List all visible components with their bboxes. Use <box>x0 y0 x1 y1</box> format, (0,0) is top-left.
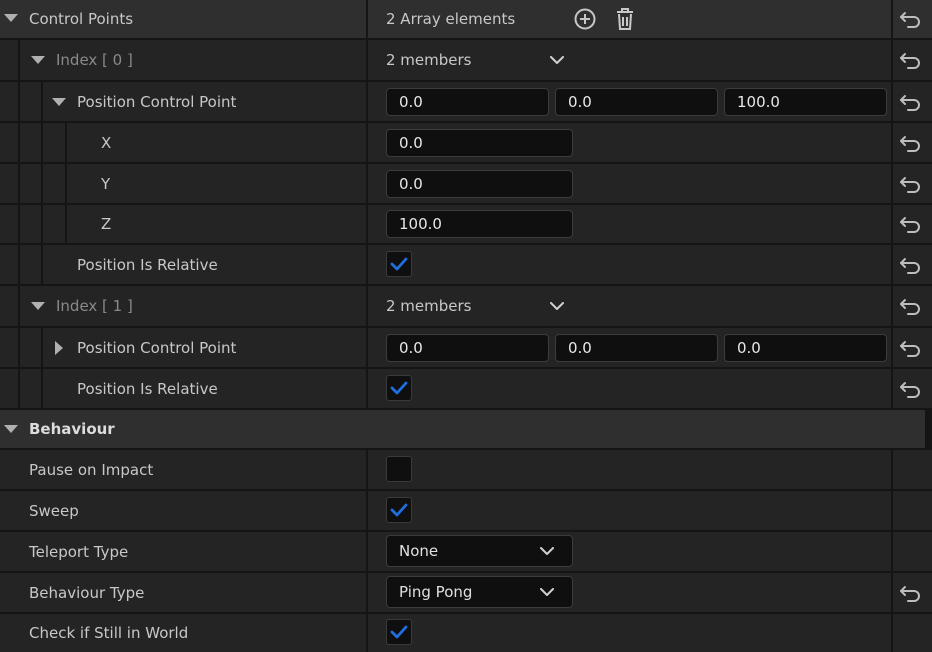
position-is-relative-row: Position Is Relative <box>0 245 932 285</box>
collapsed-arrow-icon[interactable] <box>55 341 63 355</box>
control-points-row: Control Points 2 Array elements <box>0 0 932 39</box>
x-row: X 0.0 <box>0 123 932 163</box>
add-element-icon[interactable] <box>573 7 597 31</box>
index-1-row: Index [ 1 ] 2 members <box>0 286 932 327</box>
pause-on-impact-checkbox[interactable] <box>386 456 412 482</box>
y-row: Y 0.0 <box>0 164 932 204</box>
control-points-label: Control Points <box>29 10 134 28</box>
x-label: X <box>101 133 112 152</box>
reset-to-default-icon[interactable] <box>898 582 924 604</box>
expand-arrow-icon[interactable] <box>4 425 18 433</box>
position-is-relative-label: Position Is Relative <box>77 379 218 398</box>
expand-arrow-icon[interactable] <box>31 56 45 64</box>
z-input[interactable]: 100.0 <box>386 210 573 238</box>
y-input[interactable]: 0.0 <box>386 170 573 198</box>
chevron-down-icon[interactable] <box>550 56 564 65</box>
reset-to-default-icon[interactable] <box>898 173 924 195</box>
teleport-type-value: None <box>399 542 439 560</box>
behaviour-label: Behaviour <box>29 420 115 438</box>
delete-all-icon[interactable] <box>613 6 637 32</box>
teleport-type-label: Teleport Type <box>29 542 129 561</box>
chevron-down-icon <box>540 588 554 597</box>
position-y-input[interactable]: 0.0 <box>555 334 718 362</box>
behaviour-type-value: Ping Pong <box>399 583 473 601</box>
y-label: Y <box>101 174 111 193</box>
expand-arrow-icon[interactable] <box>52 98 66 106</box>
reset-to-default-icon[interactable] <box>898 132 924 154</box>
position-z-input[interactable]: 0.0 <box>724 334 887 362</box>
reset-to-default-icon[interactable] <box>898 337 924 359</box>
teleport-type-dropdown[interactable]: None <box>386 535 573 567</box>
check-icon <box>390 623 408 641</box>
check-if-still-in-world-label: Check if Still in World <box>29 624 189 642</box>
chevron-down-icon[interactable] <box>550 302 564 311</box>
details-panel: Control Points 2 Array elements Index [ … <box>0 0 932 652</box>
index-1-label: Index [ 1 ] <box>56 297 133 315</box>
check-icon <box>390 379 408 397</box>
position-x-input[interactable]: 0.0 <box>386 88 549 116</box>
check-icon <box>390 255 408 273</box>
behaviour-category[interactable]: Behaviour <box>0 410 925 449</box>
pause-on-impact-row: Pause on Impact <box>0 450 932 490</box>
behaviour-type-row: Behaviour Type Ping Pong <box>0 573 932 613</box>
z-label: Z <box>101 215 112 233</box>
position-x-input[interactable]: 0.0 <box>386 334 549 362</box>
reset-to-default-icon[interactable] <box>898 378 924 400</box>
position-control-point-label: Position Control Point <box>77 92 237 111</box>
x-input[interactable]: 0.0 <box>386 129 573 157</box>
reset-to-default-icon[interactable] <box>898 91 924 113</box>
position-z-input[interactable]: 100.0 <box>724 88 887 116</box>
position-control-point-row: Position Control Point 0.0 0.0 100.0 <box>0 82 932 122</box>
expand-arrow-icon[interactable] <box>31 302 45 310</box>
index-0-label: Index [ 0 ] <box>56 51 133 69</box>
members-count: 2 members <box>386 51 472 69</box>
position-control-point-label: Position Control Point <box>77 338 237 357</box>
sweep-row: Sweep <box>0 491 932 531</box>
check-if-still-in-world-row: Check if Still in World <box>0 614 932 652</box>
position-is-relative-checkbox[interactable] <box>386 375 412 401</box>
teleport-type-row: Teleport Type None <box>0 532 932 572</box>
check-if-still-in-world-checkbox[interactable] <box>386 619 412 645</box>
behaviour-type-dropdown[interactable]: Ping Pong <box>386 576 573 608</box>
array-count: 2 Array elements <box>386 10 516 28</box>
members-count: 2 members <box>386 297 472 315</box>
check-icon <box>390 501 408 519</box>
position-is-relative-label: Position Is Relative <box>77 255 218 274</box>
position-is-relative-row: Position Is Relative <box>0 369 932 409</box>
index-0-row: Index [ 0 ] 2 members <box>0 40 932 81</box>
position-y-input[interactable]: 0.0 <box>555 88 718 116</box>
pause-on-impact-label: Pause on Impact <box>29 460 154 479</box>
sweep-checkbox[interactable] <box>386 497 412 523</box>
chevron-down-icon <box>540 547 554 556</box>
sweep-label: Sweep <box>29 501 79 520</box>
reset-to-default-icon[interactable] <box>898 8 924 30</box>
reset-to-default-icon[interactable] <box>898 213 924 235</box>
position-control-point-row: Position Control Point 0.0 0.0 0.0 <box>0 328 932 368</box>
reset-to-default-icon[interactable] <box>898 295 924 317</box>
position-is-relative-checkbox[interactable] <box>386 251 412 277</box>
expand-arrow-icon[interactable] <box>4 14 18 22</box>
z-row: Z 100.0 <box>0 205 932 244</box>
behaviour-type-label: Behaviour Type <box>29 583 145 602</box>
reset-to-default-icon[interactable] <box>898 49 924 71</box>
reset-to-default-icon[interactable] <box>898 254 924 276</box>
